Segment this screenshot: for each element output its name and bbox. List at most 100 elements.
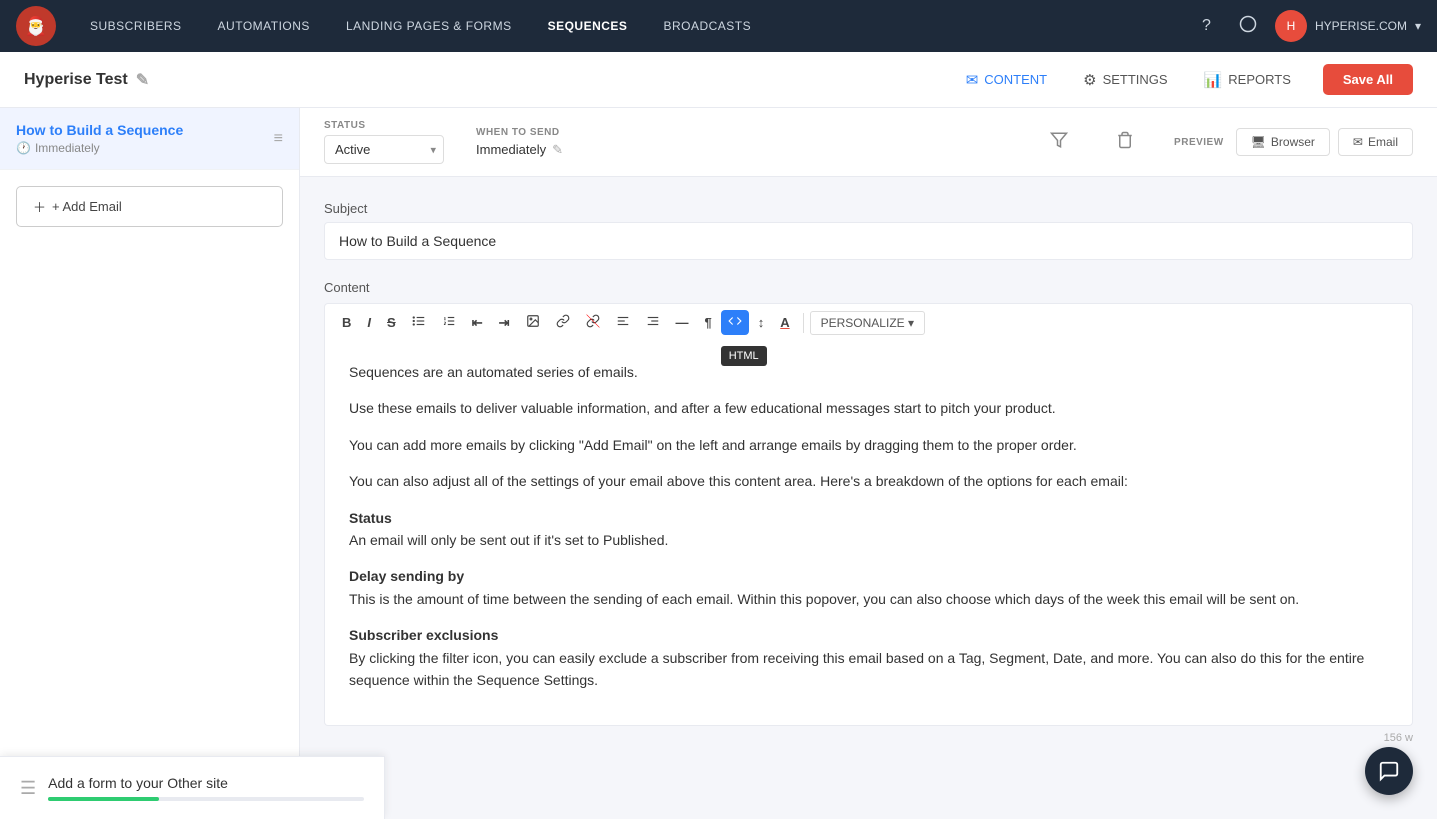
email-settings-bar: STATUS Active Draft Paused WHEN TO SEND … [300, 108, 1437, 177]
browser-preview-button[interactable]: 🖥 Browser [1236, 128, 1330, 156]
subject-label: Subject [324, 201, 1413, 216]
body-para4: You can also adjust all of the settings … [349, 470, 1388, 492]
reports-tab-label: REPORTS [1228, 72, 1291, 87]
section2-body: This is the amount of time between the s… [349, 591, 1299, 607]
progress-bar-container [48, 797, 364, 801]
status-group: STATUS Active Draft Paused [324, 120, 444, 164]
sequence-info: How to Build a Sequence 🕐 Immediately [16, 122, 274, 155]
html-button-wrapper: HTML [721, 310, 749, 335]
font-color-button[interactable]: A [773, 311, 796, 334]
indent-left-button[interactable]: ⇤ [465, 311, 490, 335]
section1-heading: Status [349, 510, 392, 526]
body-para2: Use these emails to deliver valuable inf… [349, 397, 1388, 419]
email-preview-button[interactable]: ✉ Email [1338, 128, 1413, 156]
align-right-button[interactable] [639, 310, 667, 335]
subject-input[interactable] [324, 222, 1413, 260]
sequence-item-menu-icon[interactable]: ≡ [274, 130, 283, 148]
align-left-button[interactable] [609, 310, 637, 335]
user-menu[interactable]: H HYPERISE.COM ▾ [1275, 10, 1421, 42]
when-to-send-value-area: Immediately ✎ [476, 142, 563, 158]
content-tab-label: CONTENT [984, 72, 1047, 87]
filter-icon[interactable] [1042, 127, 1076, 158]
italic-button[interactable]: I [360, 311, 378, 334]
main-layout: How to Build a Sequence 🕐 Immediately ≡ … [0, 108, 1437, 819]
body-para1: Sequences are an automated series of ema… [349, 361, 1388, 383]
image-button[interactable] [519, 310, 547, 335]
body-para3: You can add more emails by clicking "Add… [349, 434, 1388, 456]
notification-button[interactable] [1229, 9, 1267, 44]
personalize-button[interactable]: PERSONALIZE ▾ [810, 311, 925, 335]
popup-list-icon: ☰ [20, 778, 36, 799]
editor-body[interactable]: Sequences are an automated series of ema… [324, 341, 1413, 726]
html-button[interactable] [721, 310, 749, 335]
browser-icon: 🖥 [1251, 135, 1266, 149]
body-section1: Status An email will only be sent out if… [349, 507, 1388, 552]
bottom-popup[interactable]: ☰ Add a form to your Other site [0, 756, 385, 819]
sequence-email-subtitle: 🕐 Immediately [16, 141, 274, 155]
email-preview-icon: ✉ [1353, 135, 1363, 149]
unordered-list-button[interactable] [405, 310, 433, 335]
unlink-button[interactable] [579, 310, 607, 335]
progress-bar [48, 797, 159, 801]
editor-toolbar: B I S ⇤ ⇥ [324, 303, 1413, 341]
plus-icon: ＋ [33, 197, 46, 216]
nav-automations[interactable]: AUTOMATIONS [204, 13, 324, 39]
section1-body: An email will only be sent out if it's s… [349, 532, 668, 548]
nav-sequences[interactable]: SEQUENCES [534, 13, 642, 39]
paragraph-button[interactable]: ¶ [698, 311, 719, 334]
page-title-edit-icon[interactable]: ✎ [136, 70, 149, 90]
tab-settings[interactable]: ⚙ SETTINGS [1067, 63, 1183, 97]
body-section2: Delay sending by This is the amount of t… [349, 565, 1388, 610]
indent-right-button[interactable]: ⇥ [492, 311, 517, 335]
section3-heading: Subscriber exclusions [349, 627, 498, 643]
content-label: Content [324, 280, 1413, 295]
line-height-button[interactable]: ↕ [751, 311, 772, 334]
page-title: Hyperise Test [24, 71, 128, 89]
nav-subscribers[interactable]: SUBSCRIBERS [76, 13, 196, 39]
nav-broadcasts[interactable]: BROADCASTS [649, 13, 765, 39]
email-editor: Subject Content B I S ⇤ ⇥ [300, 177, 1437, 819]
tab-reports[interactable]: 📊 REPORTS [1188, 63, 1307, 97]
horizontal-rule-button[interactable]: — [669, 311, 696, 334]
word-count: 156 w [324, 732, 1413, 744]
chat-button[interactable] [1365, 747, 1413, 795]
trash-icon[interactable] [1108, 127, 1142, 158]
body-section3: Subscriber exclusions By clicking the fi… [349, 624, 1388, 691]
popup-content: Add a form to your Other site [48, 775, 364, 801]
settings-tab-icon: ⚙ [1083, 71, 1096, 89]
tab-content[interactable]: ✉ CONTENT [950, 63, 1063, 97]
clock-icon: 🕐 [16, 141, 31, 155]
sidebar: How to Build a Sequence 🕐 Immediately ≡ … [0, 108, 300, 819]
link-button[interactable] [549, 310, 577, 335]
help-button[interactable]: ? [1192, 11, 1221, 41]
page-title-area: Hyperise Test ✎ [24, 70, 149, 90]
sequence-email-item[interactable]: How to Build a Sequence 🕐 Immediately ≡ [0, 108, 299, 170]
bold-button[interactable]: B [335, 311, 358, 334]
status-label: STATUS [324, 120, 444, 131]
app-logo: 🎅 [16, 6, 56, 46]
html-tooltip: HTML [721, 346, 767, 366]
preview-section: PREVIEW 🖥 Browser ✉ Email [1174, 128, 1413, 156]
add-email-button[interactable]: ＋ + Add Email [16, 186, 283, 227]
content-tab-icon: ✉ [966, 71, 979, 89]
status-select-wrapper: Active Draft Paused [324, 135, 444, 164]
nav-landing-pages[interactable]: LANDING PAGES & FORMS [332, 13, 526, 39]
strikethrough-button[interactable]: S [380, 311, 403, 334]
user-name: HYPERISE.COM [1315, 19, 1407, 33]
when-to-send-edit-icon[interactable]: ✎ [552, 142, 563, 158]
settings-tab-label: SETTINGS [1103, 72, 1168, 87]
save-all-button[interactable]: Save All [1323, 64, 1413, 95]
section3-body: By clicking the filter icon, you can eas… [349, 650, 1364, 688]
main-tabs: ✉ CONTENT ⚙ SETTINGS 📊 REPORTS [950, 63, 1307, 97]
toolbar-divider [803, 313, 804, 333]
avatar: H [1275, 10, 1307, 42]
section2-heading: Delay sending by [349, 568, 464, 584]
sub-header: Hyperise Test ✎ ✉ CONTENT ⚙ SETTINGS 📊 R… [0, 52, 1437, 108]
sequence-email-title: How to Build a Sequence [16, 122, 274, 138]
top-navigation: 🎅 SUBSCRIBERS AUTOMATIONS LANDING PAGES … [0, 0, 1437, 52]
chevron-down-icon: ▾ [1415, 19, 1421, 33]
content-area: STATUS Active Draft Paused WHEN TO SEND … [300, 108, 1437, 819]
ordered-list-button[interactable] [435, 310, 463, 335]
popup-text: Add a form to your Other site [48, 775, 364, 791]
status-select[interactable]: Active Draft Paused [324, 135, 444, 164]
